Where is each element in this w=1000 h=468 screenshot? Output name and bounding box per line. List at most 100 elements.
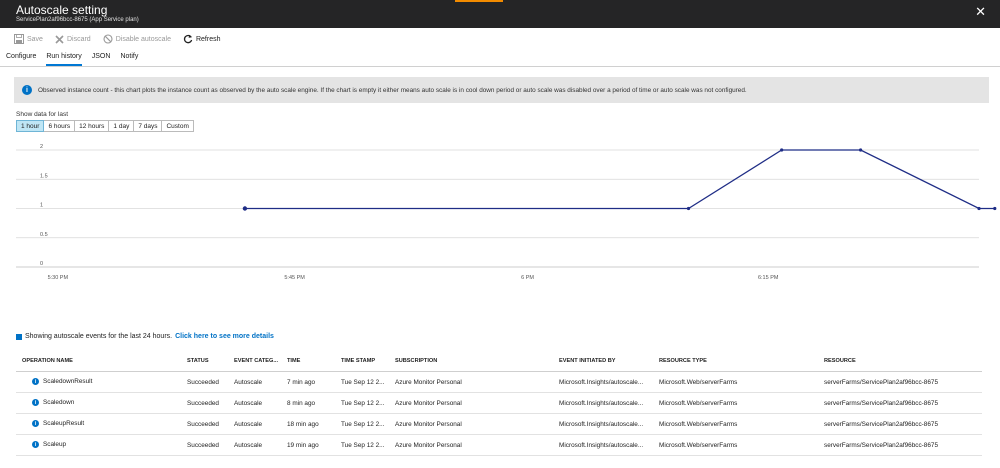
- save-button[interactable]: Save: [14, 34, 43, 44]
- info-icon[interactable]: i: [32, 399, 39, 406]
- cell-operation-name: i Scaleup: [32, 441, 66, 448]
- cell-event-category: Autoscale: [234, 379, 263, 386]
- cell-resource: serverFarms/ServicePlan2af96bcc-8675: [824, 421, 939, 428]
- data-point: [977, 206, 981, 211]
- col-time-stamp[interactable]: TIME STAMP: [341, 358, 375, 364]
- discard-icon: [55, 34, 64, 44]
- col-resource-type[interactable]: RESOURCE TYPE: [659, 358, 707, 364]
- discard-button[interactable]: Discard: [55, 34, 91, 44]
- col-status[interactable]: STATUS: [187, 358, 209, 364]
- table-header: OPERATION NAME STATUS EVENT CATEG... TIM…: [16, 352, 982, 372]
- disable-autoscale-button[interactable]: Disable autoscale: [103, 34, 171, 44]
- x-tick-label: 5:30 PM: [48, 275, 69, 281]
- cell-resource-type: Microsoft.Web/serverFarms: [659, 379, 738, 386]
- refresh-icon: [183, 34, 193, 44]
- cell-time: 8 min ago: [287, 400, 316, 407]
- cell-time-stamp: Tue Sep 12 2...: [341, 400, 385, 407]
- data-point: [993, 206, 997, 211]
- cell-resource: serverFarms/ServicePlan2af96bcc-8675: [824, 442, 939, 449]
- cell-status: Succeeded: [187, 400, 219, 407]
- range-1-day[interactable]: 1 day: [108, 120, 135, 132]
- command-bar: Save Discard Disable autoscale Refresh: [0, 28, 1000, 50]
- cell-resource-type: Microsoft.Web/serverFarms: [659, 400, 738, 407]
- table-row[interactable]: i ScaleupResult Succeeded Autoscale 18 min a…: [16, 414, 982, 435]
- info-icon[interactable]: i: [32, 378, 39, 385]
- y-tick-label: 1.5: [40, 173, 48, 179]
- cell-initiated-by: Microsoft.Insights/autoscale...: [559, 379, 644, 386]
- cell-time-stamp: Tue Sep 12 2...: [341, 421, 385, 428]
- cell-subscription: Azure Monitor Personal: [395, 379, 462, 386]
- col-operation-name[interactable]: OPERATION NAME: [22, 358, 73, 364]
- events-caption-text: Showing autoscale events for the last 24…: [25, 333, 173, 340]
- disable-autoscale-label: Disable autoscale: [115, 35, 171, 43]
- discard-label: Discard: [66, 35, 91, 43]
- operation-name-text: ScaleupResult: [43, 420, 85, 427]
- title-bar: Autoscale setting ServicePlan2af96bcc-86…: [0, 0, 1000, 28]
- table-body: i ScaledownResult Succeeded Autoscale 7 min …: [16, 372, 982, 456]
- refresh-button[interactable]: Refresh: [183, 34, 221, 44]
- cell-subscription: Azure Monitor Personal: [395, 400, 462, 407]
- operation-name-text: Scaleup: [43, 441, 67, 448]
- cell-resource-type: Microsoft.Web/serverFarms: [659, 442, 738, 449]
- cell-status: Succeeded: [187, 379, 219, 386]
- tab-divider: [0, 66, 1000, 67]
- events-square-icon: [16, 333, 22, 340]
- cell-operation-name: i Scaledown: [32, 399, 74, 406]
- cell-time: 18 min ago: [287, 421, 319, 428]
- table-row[interactable]: i Scaleup Succeeded Autoscale 19 min ago Tue …: [16, 435, 982, 456]
- cell-initiated-by: Microsoft.Insights/autoscale...: [559, 400, 644, 407]
- data-point: [242, 206, 248, 211]
- cell-status: Succeeded: [187, 421, 219, 428]
- instance-count-chart: 0 0.5 1 1.5 2 5:30 PM 5:45 PM 6 PM 6:15 PM: [16, 144, 997, 281]
- range-7-days[interactable]: 7 days: [133, 120, 163, 132]
- tab-notify[interactable]: Notify: [120, 50, 138, 66]
- tab-run-history[interactable]: Run history: [46, 50, 83, 66]
- range-6-hours[interactable]: 6 hours: [43, 120, 76, 132]
- cell-subscription: Azure Monitor Personal: [395, 442, 462, 449]
- cell-resource: serverFarms/ServicePlan2af96bcc-8675: [824, 379, 939, 386]
- col-resource[interactable]: RESOURCE: [824, 358, 856, 364]
- x-tick-label: 6:15 PM: [758, 275, 779, 281]
- y-tick-label: 0.5: [40, 232, 48, 238]
- col-subscription[interactable]: SUBSCRIPTION: [395, 358, 437, 364]
- cell-subscription: Azure Monitor Personal: [395, 421, 462, 428]
- info-icon[interactable]: i: [32, 420, 39, 427]
- data-point: [780, 148, 784, 152]
- table-row[interactable]: i ScaledownResult Succeeded Autoscale 7 min …: [16, 372, 982, 393]
- range-custom[interactable]: Custom: [161, 120, 194, 132]
- cell-initiated-by: Microsoft.Insights/autoscale...: [559, 421, 644, 428]
- events-caption: Showing autoscale events for the last 24…: [16, 333, 274, 340]
- range-12-hours[interactable]: 12 hours: [74, 120, 110, 132]
- range-1-hour[interactable]: 1 hour: [16, 120, 45, 132]
- tab-json[interactable]: JSON: [92, 50, 111, 66]
- time-range-label: Show data for last: [16, 111, 69, 118]
- col-event-initiated-by[interactable]: EVENT INITIATED BY: [559, 358, 615, 364]
- data-point: [686, 206, 691, 211]
- close-icon[interactable]: ✕: [975, 5, 986, 18]
- info-banner: i Observed instance count - this chart p…: [14, 77, 989, 103]
- cell-time-stamp: Tue Sep 12 2...: [341, 442, 385, 449]
- col-time[interactable]: TIME: [287, 358, 300, 364]
- data-point: [858, 148, 863, 152]
- cell-resource-type: Microsoft.Web/serverFarms: [659, 421, 738, 428]
- info-icon[interactable]: i: [32, 441, 39, 448]
- table-row[interactable]: i Scaledown Succeeded Autoscale 8 min ago Tue…: [16, 393, 982, 414]
- blade-title: Autoscale setting: [16, 3, 108, 17]
- save-label: Save: [27, 35, 43, 43]
- cell-status: Succeeded: [187, 442, 219, 449]
- y-tick-label: 0: [40, 261, 43, 267]
- cell-time-stamp: Tue Sep 12 2...: [341, 379, 385, 386]
- cell-event-category: Autoscale: [234, 400, 263, 407]
- operation-name-text: ScaledownResult: [43, 378, 93, 385]
- more-details-link[interactable]: Click here to see more details: [175, 333, 274, 340]
- tab-configure[interactable]: Configure: [6, 50, 36, 66]
- refresh-label: Refresh: [195, 35, 221, 43]
- tab-strip: Configure Run history JSON Notify: [0, 50, 1000, 66]
- cell-resource: serverFarms/ServicePlan2af96bcc-8675: [824, 400, 939, 407]
- col-event-category[interactable]: EVENT CATEG...: [234, 358, 278, 364]
- active-indicator: [455, 0, 503, 2]
- operation-name-text: Scaledown: [43, 399, 75, 406]
- cell-operation-name: i ScaledownResult: [32, 378, 92, 385]
- cell-operation-name: i ScaleupResult: [32, 420, 84, 427]
- x-tick-label: 5:45 PM: [284, 275, 305, 281]
